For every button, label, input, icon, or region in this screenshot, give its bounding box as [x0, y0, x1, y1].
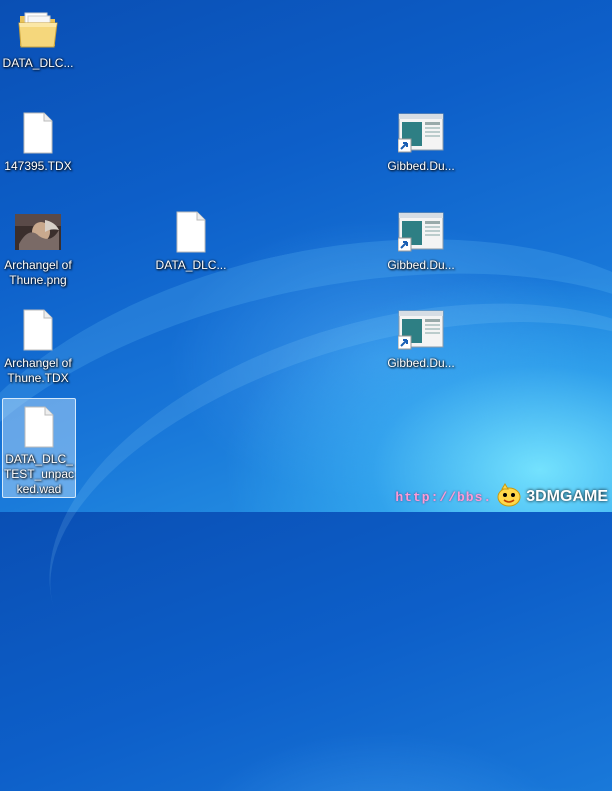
- blank-file-icon: [14, 109, 62, 157]
- desktop-icon-label: 147395.TDX: [4, 159, 72, 173]
- desktop-icon-label: DATA_DLC...: [155, 258, 227, 272]
- desktop-icon-data-dlc-file[interactable]: DATA_DLC...: [154, 204, 228, 273]
- desktop-icon-label: Archangel of Thune.png: [4, 258, 72, 287]
- desktop-icon-label: Gibbed.Du...: [387, 258, 455, 272]
- folder-icon: [14, 6, 62, 54]
- watermark: http://bbs. 3DMGAME: [395, 482, 608, 512]
- watermark-url: http://bbs.: [395, 489, 493, 505]
- desktop-icon-data-dlc-test-unpacked-wad[interactable]: DATA_DLC_TEST_unpacked.wad: [2, 398, 76, 498]
- desktop-icon-archangel-png[interactable]: Archangel of Thune.png: [1, 204, 75, 288]
- image-thumbnail-icon: [14, 208, 62, 256]
- desktop-icon-data-dlc-folder[interactable]: DATA_DLC...: [1, 2, 75, 71]
- application-window-icon: [397, 109, 445, 157]
- desktop-icon-archangel-tdx[interactable]: Archangel of Thune.TDX: [1, 302, 75, 386]
- desktop-icon-gibbed-shortcut-2[interactable]: Gibbed.Du...: [384, 204, 458, 273]
- desktop-icon-147395-tdx[interactable]: 147395.TDX: [1, 105, 75, 174]
- desktop-icon-label: DATA_DLC_TEST_unpacked.wad: [3, 452, 75, 496]
- blank-file-icon: [167, 208, 215, 256]
- application-window-icon: [397, 306, 445, 354]
- desktop-icon-label: Gibbed.Du...: [387, 356, 455, 370]
- blank-file-icon: [15, 403, 63, 450]
- desktop-icon-gibbed-shortcut-3[interactable]: Gibbed.Du...: [384, 302, 458, 371]
- mascot-icon: [496, 482, 522, 512]
- desktop-icon-label: Gibbed.Du...: [387, 159, 455, 173]
- watermark-brand: 3DMGAME: [526, 488, 608, 505]
- desktop-icon-label: Archangel of Thune.TDX: [4, 356, 72, 385]
- application-window-icon: [397, 208, 445, 256]
- blank-file-icon: [14, 306, 62, 354]
- desktop-icon-label: DATA_DLC...: [2, 56, 74, 70]
- desktop-icon-gibbed-shortcut-1[interactable]: Gibbed.Du...: [384, 105, 458, 174]
